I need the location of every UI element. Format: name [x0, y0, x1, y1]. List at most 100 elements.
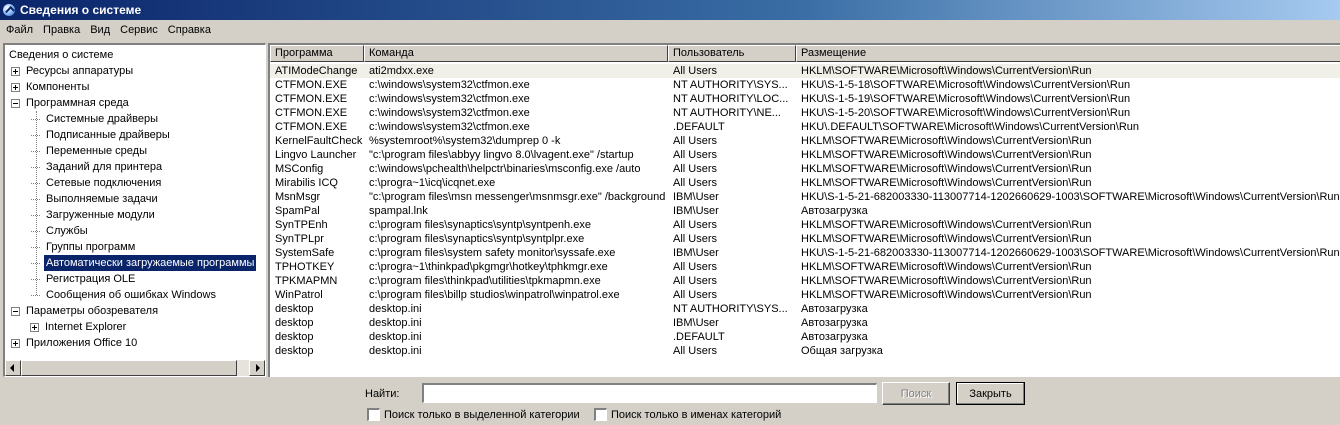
tree-item[interactable]: Подписанные драйверы: [31, 127, 172, 143]
table-row[interactable]: Mirabilis ICQ c:\progra~1\icq\icqnet.exe A…: [270, 176, 1340, 190]
cell-program: SystemSafe: [275, 247, 335, 259]
scroll-left-button[interactable]: [5, 360, 21, 376]
cell-command: c:\program files\billp studios\winpatrol…: [369, 289, 620, 301]
tree-item-label: Регистрация OLE: [46, 273, 136, 285]
category-tree[interactable]: Сведения о системе Ресурсы аппаратуры Ком…: [3, 43, 266, 377]
tree-connector: [36, 111, 37, 295]
menu-bar: Файл Правка Вид Сервис Справка: [0, 20, 1340, 40]
search-button[interactable]: Поиск: [882, 382, 950, 405]
scroll-thumb[interactable]: [21, 360, 237, 376]
cell-command: desktop.ini: [369, 303, 422, 315]
tree-item[interactable]: Регистрация OLE: [31, 271, 137, 287]
menu-tools[interactable]: Сервис: [115, 24, 163, 36]
cell-command: "c:\program files\abbyy lingvo 8.0\lvage…: [369, 149, 634, 161]
column-header-user[interactable]: Пользователь: [668, 45, 796, 62]
cell-command: "c:\program files\msn messenger\msnmsgr.…: [369, 191, 666, 203]
tree-item[interactable]: Компоненты: [11, 79, 91, 95]
cell-user: .DEFAULT: [673, 121, 725, 133]
table-row[interactable]: desktop desktop.ini IBM\User Автозагрузка: [270, 316, 1340, 330]
tree-horizontal-scrollbar[interactable]: [5, 360, 265, 376]
tree-item[interactable]: Сообщения об ошибках Windows: [31, 287, 218, 303]
table-row[interactable]: SynTPEnh c:\program files\synaptics\syntp…: [270, 218, 1340, 232]
table-row[interactable]: desktop desktop.ini .DEFAULT Автозагрузка: [270, 330, 1340, 344]
column-header-location[interactable]: Размещение: [796, 45, 1340, 62]
table-row[interactable]: SynTPLpr c:\program files\synaptics\syntp…: [270, 232, 1340, 246]
cell-program: TPKMAPMN: [275, 275, 338, 287]
cell-user: NT AUTHORITY\NE...: [673, 107, 781, 119]
table-row[interactable]: WinPatrol c:\program files\billp studios\…: [270, 288, 1340, 302]
search-selected-category-checkbox[interactable]: [367, 408, 380, 421]
table-row[interactable]: KernelFaultCheck %systemroot%\system32\du…: [270, 134, 1340, 148]
search-selected-category-label: Поиск только в выделенной категории: [384, 408, 580, 421]
search-category-names-option[interactable]: Поиск только в именах категорий: [594, 408, 781, 421]
cell-user: NT AUTHORITY\SYS...: [673, 79, 788, 91]
title-bar[interactable]: Сведения о системе: [0, 0, 1340, 20]
menu-edit[interactable]: Правка: [38, 24, 85, 36]
list-header: Программа Команда Пользователь Размещени…: [270, 45, 1340, 62]
tree-item-label: Приложения Office 10: [26, 337, 138, 349]
cell-program: CTFMON.EXE: [275, 93, 348, 105]
expand-plus-icon[interactable]: [30, 322, 39, 332]
tree-item[interactable]: Сетевые подключения: [31, 175, 163, 191]
search-selected-category-option[interactable]: Поиск только в выделенной категории: [367, 408, 580, 421]
tree-item-label: Параметры обозревателя: [26, 305, 159, 317]
scroll-right-button[interactable]: [249, 360, 265, 376]
cell-command: c:\windows\system32\ctfmon.exe: [369, 107, 530, 119]
tree-root[interactable]: Сведения о системе: [7, 47, 115, 63]
tree-item[interactable]: Автоматически загружаемые программы: [31, 255, 257, 271]
table-row[interactable]: CTFMON.EXE c:\windows\system32\ctfmon.exe…: [270, 120, 1340, 134]
menu-view[interactable]: Вид: [85, 24, 115, 36]
menu-file[interactable]: Файл: [1, 24, 38, 36]
table-row[interactable]: ATIModeChange ati2mdxx.exe All Users HKLM\S…: [270, 64, 1340, 78]
close-button[interactable]: Закрыть: [956, 382, 1025, 405]
table-row[interactable]: SpamPal spampal.lnk IBM\User Автозагрузка: [270, 204, 1340, 218]
cell-user: All Users: [673, 261, 718, 273]
table-row[interactable]: TPKMAPMN c:\program files\thinkpad\utilit…: [270, 274, 1340, 288]
cell-location: HKLM\SOFTWARE\Microsoft\Windows\CurrentV…: [801, 149, 1092, 161]
table-row[interactable]: desktop desktop.ini All Users Общая загрузк…: [270, 344, 1340, 358]
table-row[interactable]: Lingvo Launcher "c:\program files\abbyy l…: [270, 148, 1340, 162]
tree-item[interactable]: Ресурсы аппаратуры: [11, 63, 135, 79]
table-row[interactable]: SystemSafe c:\program files\system safety…: [270, 246, 1340, 260]
table-row[interactable]: MsnMsgr "c:\program files\msn messenger\m…: [270, 190, 1340, 204]
tree-connector: [31, 295, 40, 296]
menu-help[interactable]: Справка: [163, 24, 216, 36]
cell-location: HKLM\SOFTWARE\Microsoft\Windows\CurrentV…: [801, 233, 1092, 245]
expand-plus-icon[interactable]: [11, 338, 20, 348]
tree-item[interactable]: Выполняемые задачи: [31, 191, 160, 207]
details-list[interactable]: Программа Команда Пользователь Размещени…: [268, 43, 1340, 377]
expand-plus-icon[interactable]: [11, 66, 20, 76]
tree-item[interactable]: Параметры обозревателя: [11, 303, 160, 319]
collapse-minus-icon[interactable]: [11, 306, 20, 316]
system-info-app-icon: [2, 3, 16, 17]
column-header-program[interactable]: Программа: [270, 45, 364, 62]
tree-item[interactable]: Переменные среды: [31, 143, 149, 159]
tree-item[interactable]: Internet Explorer: [30, 319, 128, 335]
cell-program: CTFMON.EXE: [275, 121, 348, 133]
tree-item[interactable]: Системные драйверы: [31, 111, 160, 127]
column-header-command[interactable]: Команда: [364, 45, 668, 62]
expand-plus-icon[interactable]: [11, 82, 20, 92]
cell-program: desktop: [275, 345, 314, 357]
tree-item[interactable]: Приложения Office 10: [11, 335, 139, 351]
tree-item[interactable]: Службы: [31, 223, 90, 239]
tree-item[interactable]: Группы программ: [31, 239, 137, 255]
tree-item[interactable]: Заданий для принтера: [31, 159, 164, 175]
tree-item[interactable]: Загруженные модули: [31, 207, 157, 223]
cell-program: desktop: [275, 331, 314, 343]
table-row[interactable]: CTFMON.EXE c:\windows\system32\ctfmon.exe…: [270, 106, 1340, 120]
find-input[interactable]: [422, 383, 877, 403]
table-row[interactable]: desktop desktop.ini NT AUTHORITY\SYS... Авт…: [270, 302, 1340, 316]
search-category-names-checkbox[interactable]: [594, 408, 607, 421]
collapse-minus-icon[interactable]: [11, 98, 20, 108]
cell-user: IBM\User: [673, 205, 719, 217]
scroll-track[interactable]: [21, 360, 249, 376]
table-row[interactable]: CTFMON.EXE c:\windows\system32\ctfmon.exe…: [270, 92, 1340, 106]
cell-user: All Users: [673, 135, 718, 147]
table-row[interactable]: TPHOTKEY c:\progra~1\thinkpad\pkgmgr\hotk…: [270, 260, 1340, 274]
table-row[interactable]: CTFMON.EXE c:\windows\system32\ctfmon.exe…: [270, 78, 1340, 92]
cell-command: c:\windows\system32\ctfmon.exe: [369, 121, 530, 133]
cell-command: c:\progra~1\thinkpad\pkgmgr\hotkey\tphkm…: [369, 261, 608, 273]
table-row[interactable]: MSConfig c:\windows\pchealth\helpctr\bina…: [270, 162, 1340, 176]
tree-item[interactable]: Программная среда: [11, 95, 131, 111]
